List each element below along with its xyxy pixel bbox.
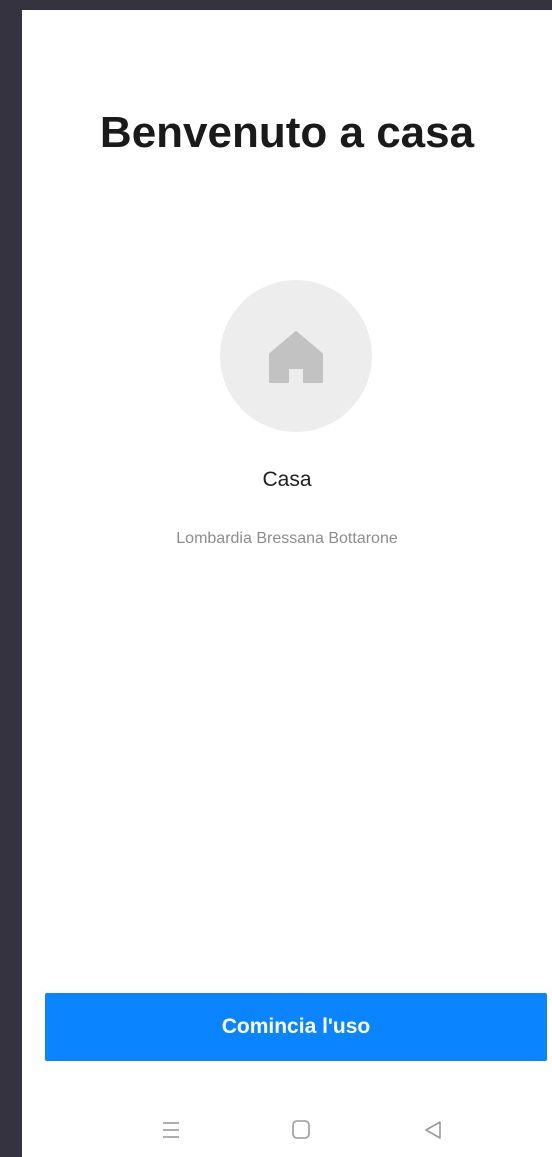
home-avatar [220, 280, 372, 432]
nav-back-button[interactable] [418, 1118, 448, 1142]
nav-menu-button[interactable] [156, 1118, 186, 1142]
app-screen: Benvenuto a casa Casa Lombardia Bressana… [22, 10, 552, 1157]
square-home-icon [292, 1120, 310, 1139]
page-title: Benvenuto a casa [99, 108, 475, 157]
start-using-button[interactable]: Comincia l'uso [45, 993, 547, 1061]
house-icon [269, 331, 323, 383]
menu-lines-icon [163, 1122, 179, 1138]
home-location: Lombardia Bressana Bottarone [176, 530, 398, 547]
triangle-back-icon [425, 1121, 441, 1139]
home-name: Casa [262, 468, 312, 491]
device-frame: Benvenuto a casa Casa Lombardia Bressana… [0, 0, 552, 1157]
system-navigation-bar [22, 1110, 552, 1150]
nav-home-button[interactable] [286, 1118, 316, 1142]
